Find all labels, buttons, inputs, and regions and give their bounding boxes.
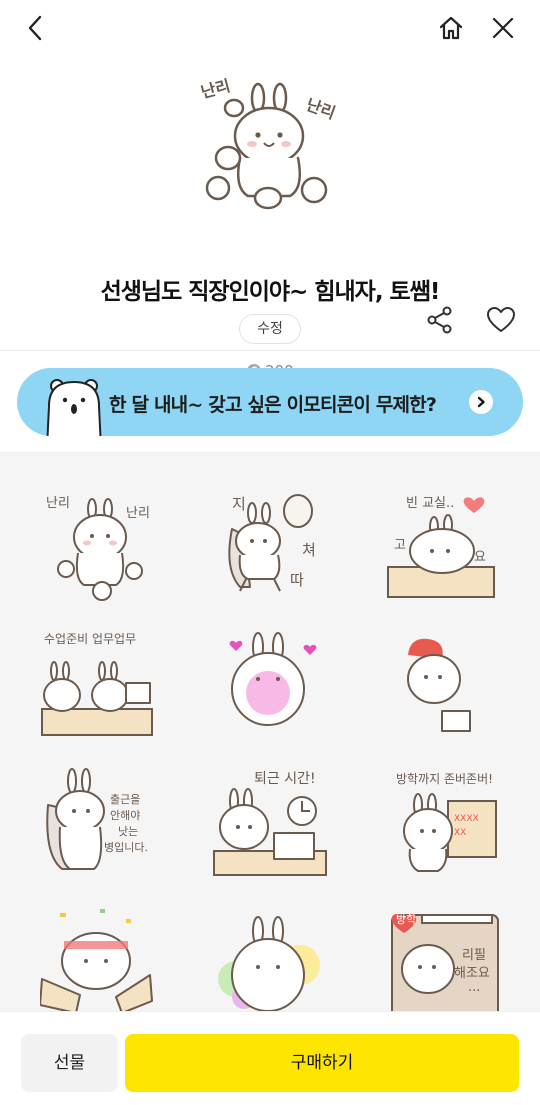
sticker-8[interactable]: 퇴근 시간!	[212, 765, 332, 885]
sticker-2-text-1: 지	[232, 495, 246, 513]
sticker-7-text-2: 안해야	[110, 808, 140, 822]
back-button[interactable]	[16, 8, 56, 48]
sticker-3-text-3: 요	[474, 550, 486, 565]
sticker-3[interactable]: 빈 교실.. 고 요	[384, 489, 504, 609]
edit-button[interactable]: 수정	[239, 314, 301, 344]
sticker-11[interactable]	[214, 905, 334, 1025]
sticker-7-text-1: 출근을	[110, 793, 140, 806]
sticker-1-text-1: 난리	[46, 496, 70, 511]
sticker-12-text-4: ...	[468, 980, 480, 995]
close-button[interactable]	[483, 8, 523, 48]
subscription-banner[interactable]: 한 달 내내~ 갖고 싶은 이모티콘이 무제한?	[17, 368, 523, 436]
sticker-10[interactable]	[40, 905, 160, 1025]
buy-button[interactable]: 구매하기	[125, 1034, 519, 1092]
share-icon	[427, 306, 452, 334]
sticker-1[interactable]: 난리 난리	[42, 489, 162, 609]
share-button[interactable]	[421, 301, 459, 339]
sticker-2-text-3: 따	[290, 571, 304, 589]
sticker-2-text-2: 쳐	[302, 541, 316, 559]
sticker-3-text-1: 빈 교실..	[406, 496, 454, 511]
sticker-4[interactable]: 수업준비 업무업무	[40, 625, 160, 745]
svg-text:XXXX: XXXX	[454, 814, 479, 824]
bear-character-icon	[46, 379, 102, 436]
close-icon	[492, 17, 514, 39]
sticker-7-text-3: 낫는	[118, 825, 138, 838]
sticker-9[interactable]: XXXX XX 방학까지 존버존버!	[392, 765, 512, 885]
sticker-6[interactable]	[392, 625, 512, 745]
sticker-2[interactable]: 지 쳐 따	[210, 489, 330, 609]
sticker-5[interactable]	[212, 625, 332, 745]
product-thumbnail: 난리 난리	[199, 78, 338, 210]
sticker-9-text-1: 방학까지 존버존버!	[396, 772, 493, 786]
product-title: 선생님도 직장인이야~ 힘내자, 토쌤!	[100, 279, 441, 305]
purchase-bar: 선물 구매하기	[0, 1011, 540, 1105]
sticker-7[interactable]: 출근을 안해야 낫는 병입니다.	[44, 765, 164, 885]
svg-text:XX: XX	[454, 828, 466, 838]
top-navigation-bar	[0, 0, 540, 56]
hero-caption-left: 난리	[199, 78, 232, 102]
home-button[interactable]	[431, 8, 471, 48]
hero-caption-right: 난리	[304, 95, 338, 123]
section-divider	[0, 350, 540, 351]
like-button[interactable]	[481, 301, 521, 339]
sticker-7-text-4: 병입니다.	[104, 841, 148, 854]
sticker-12-text-1: 방학	[396, 913, 416, 926]
heart-icon	[487, 307, 515, 332]
sticker-3-text-2: 고	[394, 538, 406, 553]
chevron-right-icon	[477, 396, 485, 408]
gift-button[interactable]: 선물	[21, 1034, 118, 1092]
sticker-12-text-2: 리필	[462, 948, 486, 963]
banner-arrow-button[interactable]	[469, 390, 493, 414]
product-header: 난리 난리 선생님도 직장인이야~ 힘내자, 토쌤! 수정 C 200	[0, 56, 540, 380]
sticker-grid: 난리 난리 지 쳐 따 빈 교실.. 고 요 수업준비 업무업무 출근을 안해야…	[0, 452, 540, 1025]
sticker-12-text-3: 해조요	[454, 966, 490, 981]
banner-text: 한 달 내내~ 갖고 싶은 이모티콘이 무제한?	[109, 394, 437, 416]
sticker-4-text-1: 수업준비 업무업무	[44, 632, 136, 646]
sticker-12[interactable]: 방학 리필 해조요 ...	[388, 905, 508, 1025]
home-icon	[439, 16, 463, 40]
chevron-left-icon	[28, 15, 42, 41]
sticker-8-text-1: 퇴근 시간!	[254, 771, 316, 787]
sticker-1-text-2: 난리	[126, 506, 150, 521]
